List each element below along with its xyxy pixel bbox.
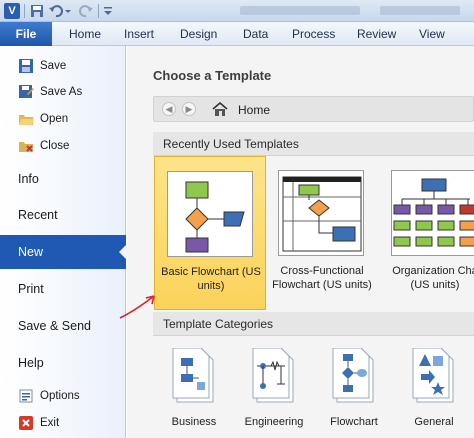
nav-save[interactable]: Save [0,54,126,78]
basic-flowchart-thumbnail [167,171,253,257]
breadcrumb-home[interactable]: Home [238,103,270,117]
recent-templates-header: Recently Used Templates [153,132,474,156]
caption-line: (US units) [410,279,460,291]
back-arrow-icon[interactable]: ◀ [162,102,176,116]
qat-separator [24,4,25,18]
template-categories-header-label: Template Categories [163,317,274,331]
org-chart-thumbnail [391,170,474,256]
recent-templates-header-label: Recently Used Templates [163,137,299,151]
nav-save-as-label: Save As [40,86,83,98]
undo-dropdown-icon[interactable] [63,3,73,19]
ribbon-tab-bar: File Home Insert Design Data Process Rev… [0,22,474,46]
category-label: Flowchart [330,416,378,428]
category-label: General [414,416,454,428]
nav-options[interactable]: Options [0,384,126,408]
business-category-icon [172,348,214,403]
tab-process[interactable]: Process [292,27,335,41]
nav-save-as[interactable]: Save As [0,80,126,104]
cross-functional-thumbnail [278,170,364,256]
nav-open-label: Open [40,113,69,125]
nav-open[interactable]: Open [0,107,126,131]
selected-pointer [119,244,127,260]
nav-help-label: Help [18,356,44,370]
template-cross-functional-flowchart[interactable]: Cross-Functional Flowchart (US units) [266,156,378,310]
tab-insert[interactable]: Insert [124,27,154,41]
category-general[interactable]: General [395,348,473,438]
engineering-category-icon [252,348,294,403]
annotation-arrow [119,295,155,319]
forward-arrow-icon[interactable]: ▶ [182,102,196,116]
close-document-icon [19,142,33,152]
caption-line: Basic Flowchart (US [161,266,261,278]
caption-line: Flowchart (US units) [272,279,372,291]
nav-info-label: Info [18,172,39,186]
tab-review[interactable]: Review [357,27,396,41]
nav-close[interactable]: Close [0,134,126,158]
tab-home[interactable]: Home [69,27,101,41]
tab-design[interactable]: Design [180,27,217,41]
nav-info[interactable]: Info [0,162,126,196]
open-folder-icon [19,115,34,125]
save-as-icon [19,85,34,98]
nav-save-label: Save [40,60,67,72]
nav-help[interactable]: Help [0,346,126,380]
window-title-text [240,6,360,15]
nav-save-send[interactable]: Save & Send [0,309,126,343]
window-title-text [380,6,460,15]
nav-print-label: Print [18,282,44,296]
nav-close-label: Close [40,140,70,152]
nav-print[interactable]: Print [0,272,126,306]
page-title: Choose a Template [153,68,272,83]
caption-line: Cross-Functional [280,265,364,277]
category-label: Engineering [244,416,304,428]
caption-line: Organization Cha [392,265,474,277]
nav-new-label: New [18,245,44,259]
save-icon[interactable] [29,3,45,19]
template-categories-header: Template Categories [153,312,474,336]
backstage-nav: Save Save As Open Close Info Recent New … [0,46,127,438]
file-tab[interactable]: File [0,22,52,46]
tab-view[interactable]: View [419,27,445,41]
category-flowchart[interactable]: Flowchart [315,348,393,438]
title-bar: V [0,0,474,22]
category-label: Business [171,416,217,428]
nav-recent[interactable]: Recent [0,198,126,232]
undo-icon[interactable] [48,3,64,19]
nav-new[interactable]: New [0,235,127,269]
template-caption: Basic Flowchart (US units) [155,265,267,293]
template-organization-chart[interactable]: Organization Cha (US units) [379,156,474,310]
nav-exit-label: Exit [40,417,60,429]
redo-icon[interactable] [78,3,94,19]
home-icon[interactable] [212,102,228,116]
category-engineering[interactable]: Engineering [235,348,313,438]
nav-options-label: Options [40,390,80,402]
customize-qat-icon[interactable] [102,3,114,19]
new-document-pane: Choose a Template ◀ ▶ Home Recently Used… [127,46,474,438]
category-business[interactable]: Business [155,348,233,438]
template-basic-flowchart[interactable]: Basic Flowchart (US units) [154,156,266,310]
caption-line: units) [197,280,225,292]
visio-app-icon[interactable]: V [4,3,20,19]
nav-recent-label: Recent [18,208,58,222]
options-icon [19,389,33,403]
nav-exit[interactable]: Exit [0,411,126,435]
qat-separator [98,4,99,18]
tab-data[interactable]: Data [243,27,268,41]
flowchart-category-icon [332,348,374,403]
exit-icon [19,416,33,430]
nav-save-send-label: Save & Send [18,319,91,333]
general-category-icon [412,348,454,403]
template-caption: Organization Cha (US units) [379,264,474,292]
template-caption: Cross-Functional Flowchart (US units) [266,264,378,292]
save-icon [19,59,33,73]
template-breadcrumb-bar: ◀ ▶ Home [153,96,474,122]
